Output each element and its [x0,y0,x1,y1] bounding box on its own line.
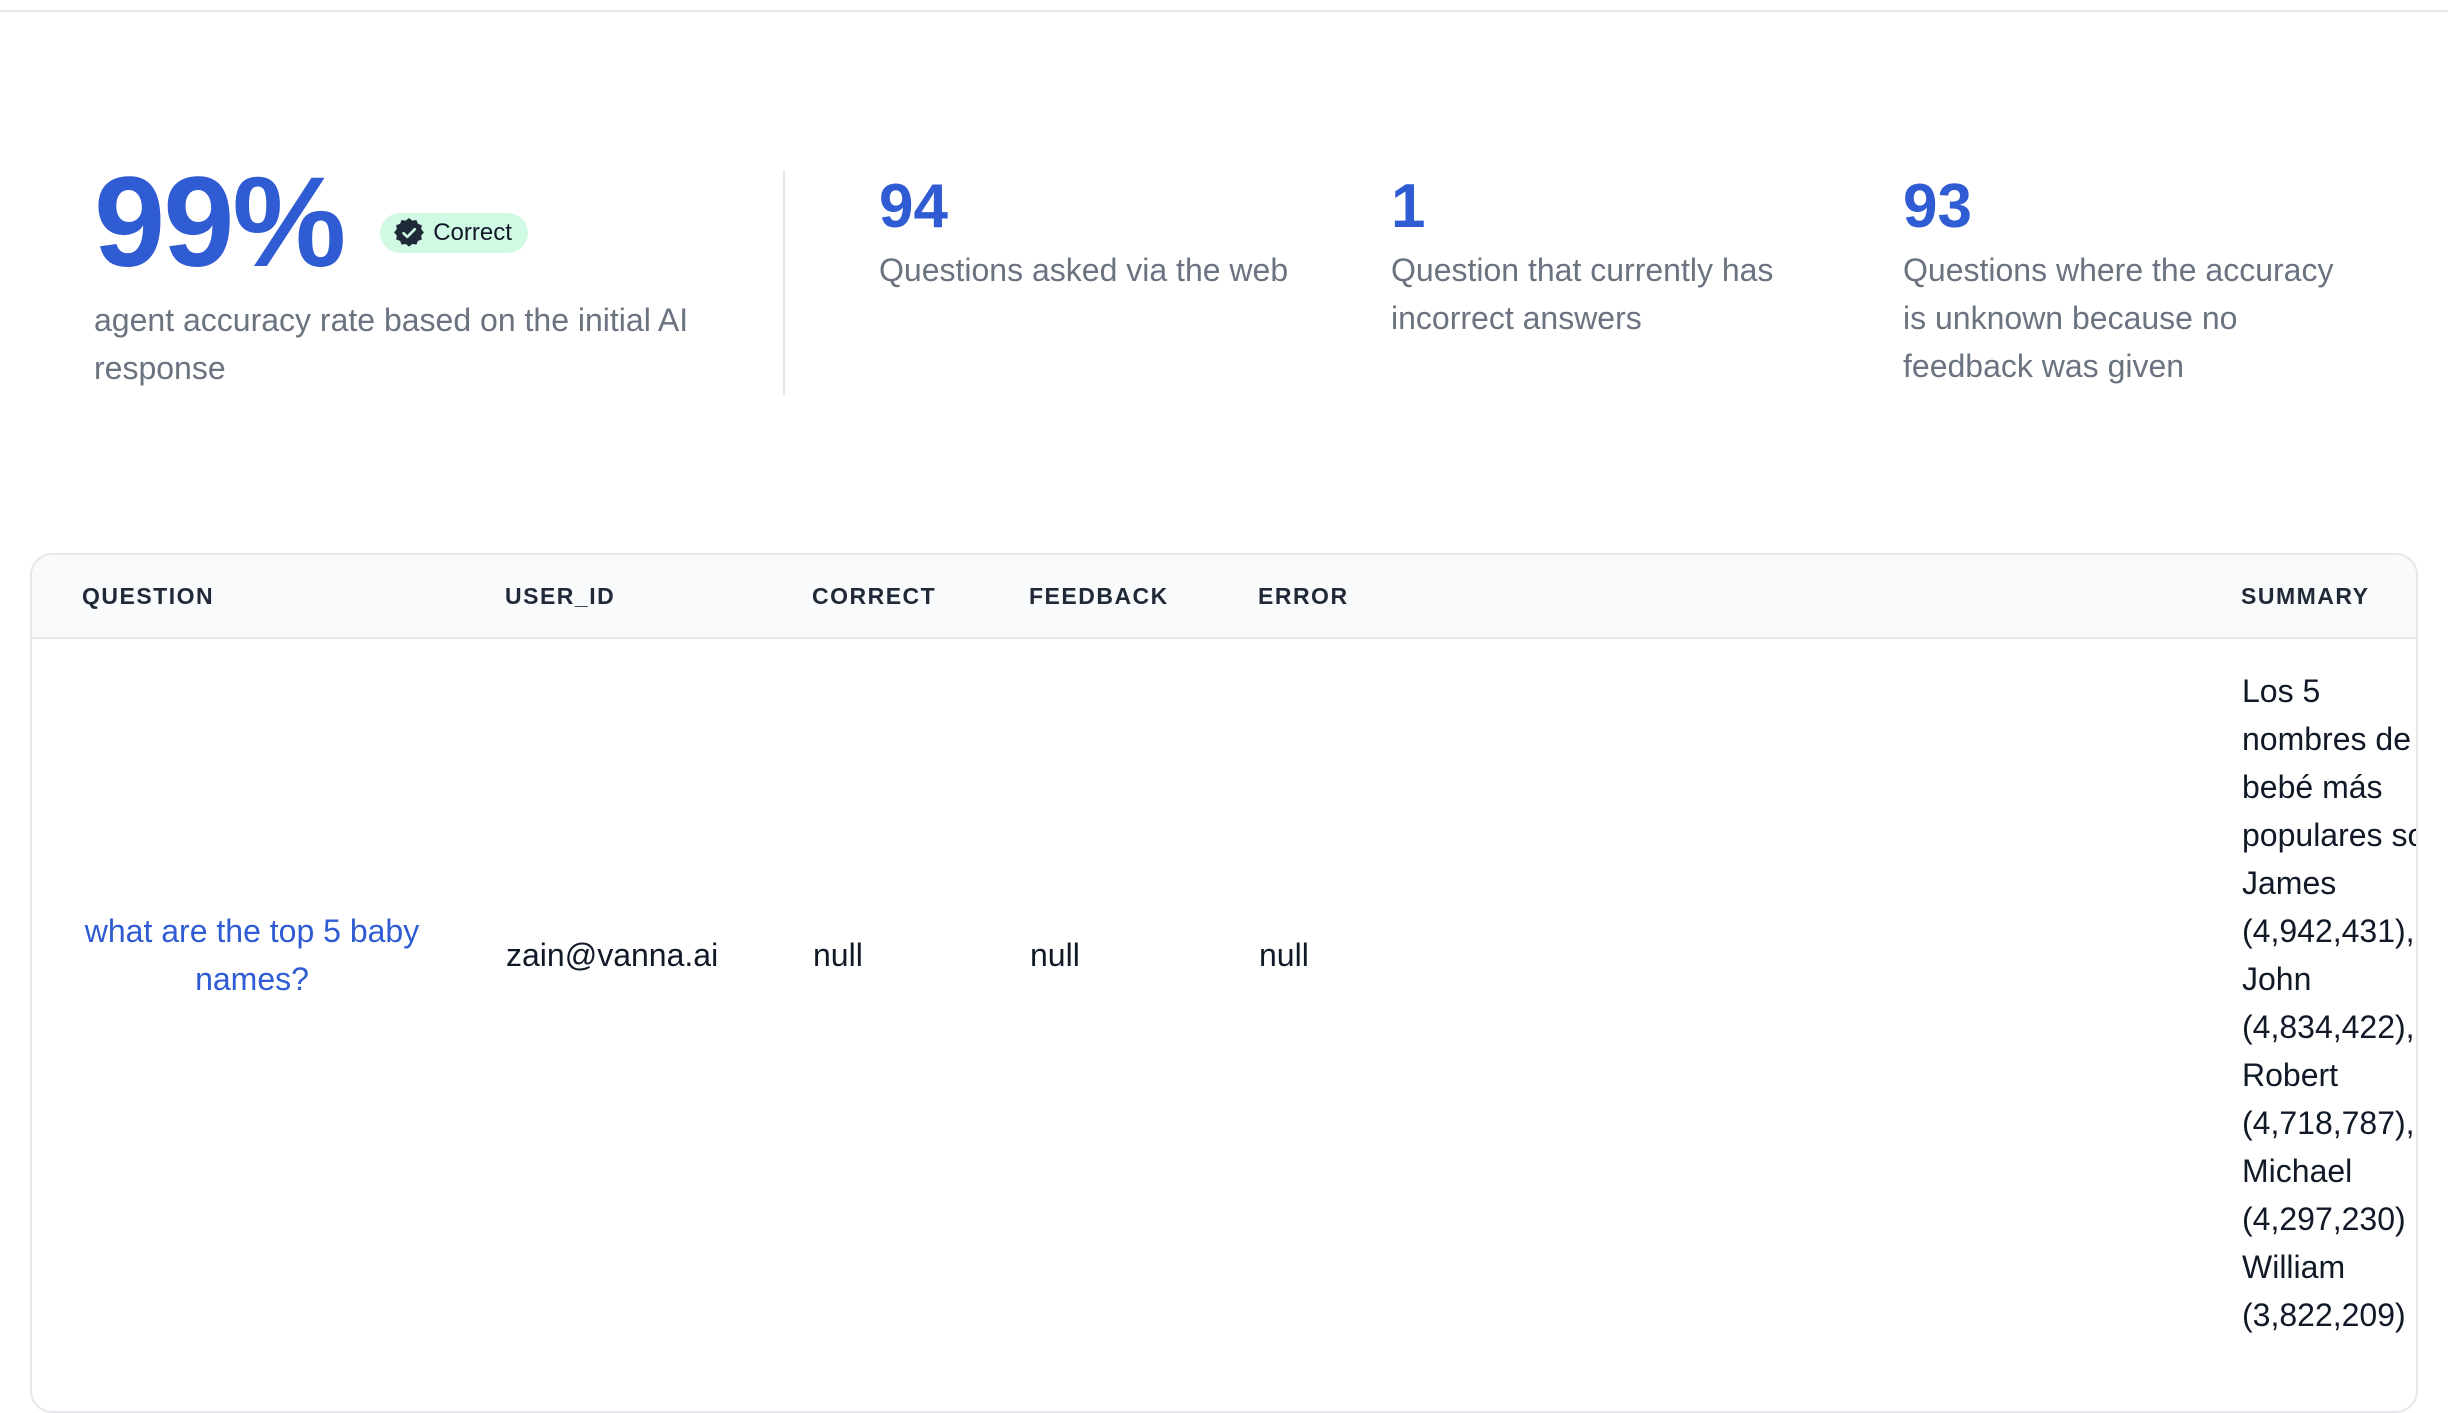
column-header-feedback[interactable]: FEEDBACK [1029,555,1169,637]
accuracy-description: agent accuracy rate based on the initial… [94,302,689,386]
status-badge: Correct [380,213,528,253]
column-header-error[interactable]: ERROR [1258,555,1349,637]
summary-line: John [2242,961,2312,997]
summary-line: James [2242,865,2337,901]
stat-unknown-accuracy: 93 Questions where the accuracy is unkno… [1903,172,2343,390]
accuracy-value: 99% [94,151,346,294]
summary-line: (4,834,422), [2242,1009,2415,1045]
top-border [0,0,2448,12]
column-header-user-id[interactable]: USER_ID [505,555,615,637]
summary-line: Robert [2242,1057,2339,1093]
column-header-summary[interactable]: SUMMARY [2241,555,2369,637]
stat-label: Questions where the accuracy is unknown … [1903,252,2334,384]
stats-divider [783,170,785,396]
summary-line: (4,942,431), [2242,913,2415,949]
summary-line: (4,718,787), [2242,1105,2415,1141]
check-badge-icon [394,218,425,248]
stat-incorrect-questions: 1 Question that currently has incorrect … [1391,172,1831,342]
summary-line: populares so [2242,817,2418,853]
table-row: what are the top 5 baby names? zain@vann… [32,639,2418,1411]
accuracy-stat: 99% Correct agent accuracy rate based on… [94,158,714,392]
stat-value: 93 [1903,172,1972,241]
stat-value: 1 [1391,172,1426,241]
stat-web-questions: 94 Questions asked via the web [879,172,1319,294]
summary-line: (4,297,230) [2242,1201,2406,1237]
question-link[interactable]: what are the top 5 baby names? [82,907,422,1003]
summary-line: Los 5 [2242,673,2321,709]
summary-line: (3,822,209) [2242,1297,2406,1333]
summary-cell: Los 5 nombres de bebé más populares so J… [2242,667,2418,1339]
error-cell: null [1259,937,1309,973]
summary-line: William [2242,1249,2346,1285]
correct-cell: null [813,937,863,973]
column-header-correct[interactable]: CORRECT [812,555,936,637]
badge-label: Correct [433,219,512,246]
accuracy-row: 99% Correct [94,158,714,288]
summary-line: bebé más [2242,769,2383,805]
stat-label: Question that currently has incorrect an… [1391,252,1774,336]
summary-line: Michael [2242,1153,2353,1189]
summary-line: nombres de [2242,721,2411,757]
questions-table: QUESTION USER_ID CORRECT FEEDBACK ERROR … [30,553,2418,1413]
table-header: QUESTION USER_ID CORRECT FEEDBACK ERROR … [32,555,2416,639]
stat-value: 94 [879,172,948,241]
stat-label: Questions asked via the web [879,252,1289,288]
feedback-cell: null [1030,937,1080,973]
column-header-question[interactable]: QUESTION [82,555,214,637]
user-id-cell: zain@vanna.ai [506,937,719,973]
